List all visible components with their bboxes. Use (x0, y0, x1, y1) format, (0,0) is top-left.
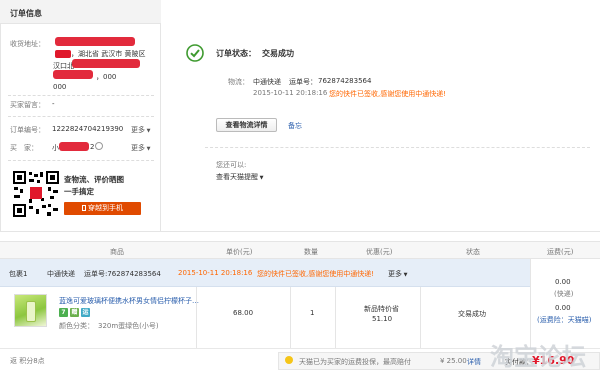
more-label: 更多 (131, 126, 145, 134)
message-label: 买家留言： (10, 101, 45, 109)
discount-value: 51.10 (372, 315, 393, 323)
insurance-notice: 天猫已为买家的运费投保，最高赔付 (299, 358, 411, 366)
col-quantity: 数量 (304, 248, 318, 256)
col-price: 单价(元) (226, 248, 253, 256)
divider (8, 95, 154, 96)
redacted-street (72, 59, 140, 68)
package-datetime: 2015-10-11 20:18:16 (178, 269, 253, 277)
memo-link[interactable]: 备忘 (288, 121, 302, 131)
address-label: 收货地址： (10, 40, 45, 48)
fee-value-1: 0.00 (555, 278, 571, 286)
lightbulb-icon (285, 356, 293, 364)
fee-value-2: 0.00 (555, 304, 571, 312)
order-info-title: 订单信息 (10, 9, 42, 18)
divider (335, 287, 336, 348)
address-zip-2: 000 (53, 83, 67, 91)
table-header: 商品 单价(元) 数量 优惠(元) 状态 运费(元) (0, 241, 600, 259)
divider (290, 287, 291, 348)
divider (205, 147, 590, 148)
tracking-label: 运单号： (289, 78, 317, 86)
phone-icon (82, 205, 86, 211)
divider (420, 287, 421, 348)
buyer-prefix: 小 (52, 144, 59, 152)
spec-value: 320m蛋绿色(小号) (98, 322, 159, 330)
qr-code (12, 170, 60, 218)
product-name-link[interactable]: 蓝逸可爱玻璃杯便携水杯男女情侣柠檬杯子… (59, 296, 199, 306)
buyer-label: 买 家： (10, 144, 38, 152)
redacted-name (55, 37, 135, 46)
package-message: 您的快件已签收,感谢您使用中通快递! (257, 270, 375, 278)
insurance-details-link[interactable]: 详情 (467, 357, 481, 367)
caret-down-icon: ▼ (145, 146, 151, 152)
tracking-number: 762874283564 (318, 77, 372, 85)
redacted-buyer (59, 142, 89, 151)
package-more-button[interactable]: 更多 ▼ (388, 269, 407, 279)
chat-icon[interactable] (95, 142, 103, 150)
order-no-more-button[interactable]: 更多 ▼ (131, 125, 150, 135)
points-text: 返 积分8点 (10, 357, 45, 365)
package-label: 包裹1 (9, 270, 28, 278)
gift-badge[interactable]: 赠 (70, 308, 79, 317)
address-zip-1: ，000 (96, 73, 117, 81)
order-no-label: 订单编号： (10, 126, 45, 134)
delivery-datetime: 2015-10-11 20:18:16 (253, 89, 328, 97)
package-row: 包裹1 中通快递 运单号:762874283564 2015-10-11 20:… (0, 259, 530, 287)
caret-down-icon: ▼ (402, 272, 408, 278)
shipping-insurance-badge[interactable]: 运 (81, 308, 90, 317)
col-shipping-fee: 运费(元) (547, 248, 574, 256)
divider (8, 116, 154, 117)
go-to-mobile-button[interactable]: 穿越到手机 (64, 202, 141, 215)
caret-down-icon: ▼ (145, 128, 151, 134)
message-value: - (52, 100, 55, 108)
address-line1: ，湖北省 武汉市 黄陂区 (55, 49, 145, 59)
insurance-link[interactable]: (运费险：天猫喵) (537, 315, 591, 325)
unit-price: 68.00 (233, 309, 254, 317)
logistics-label: 物流： (228, 78, 249, 86)
caret-down-icon: ▼ (258, 175, 264, 181)
buyer-suffix: 2 (90, 143, 95, 151)
order-status-panel (161, 0, 600, 232)
discount-label: 新品特价省 (364, 305, 399, 313)
package-tracking: 运单号:762874283564 (84, 270, 161, 278)
col-discount: 优惠(元) (366, 248, 393, 256)
fee-method: (快递) (554, 290, 574, 298)
buyer-more-button[interactable]: 更多 ▼ (131, 143, 150, 153)
qr-text-line1: 查物流、评价晒图 (64, 175, 124, 184)
insurance-amount: ¥ 25.00 (440, 357, 467, 365)
order-info-header: 订单信息 (0, 0, 161, 24)
forum-watermark: 淘宝论坛 (490, 343, 586, 370)
success-check-icon (186, 44, 204, 62)
tmall-reminder-label: 查看天猫提醒 (216, 173, 258, 181)
seven-day-return-badge[interactable]: 7 (59, 308, 68, 317)
address-region: ，湖北省 武汉市 黄陂区 (71, 50, 146, 58)
carrier-name: 中通快递 (253, 78, 281, 86)
more-label: 更多 (131, 144, 145, 152)
status-value: 交易成功 (262, 49, 294, 58)
can-also-label: 您还可以: (216, 161, 247, 169)
view-logistics-label: 查看物流详情 (225, 121, 268, 129)
col-product: 商品 (110, 248, 124, 256)
divider (8, 160, 154, 161)
redacted-phone (55, 50, 71, 58)
view-logistics-button[interactable]: 查看物流详情 (216, 118, 277, 132)
status-label: 订单状态： (216, 49, 256, 58)
go-to-mobile-label: 穿越到手机 (88, 204, 123, 212)
cup-icon (26, 301, 36, 322)
qr-text-line2: 一手搞定 (64, 187, 94, 196)
delivery-message: 您的快件已签收,感谢您使用中通快递! (329, 90, 447, 98)
redacted-street-2 (53, 70, 93, 79)
shipping-fee-cell: 0.00 (快递) 0.00 (运费险：天猫喵) (530, 259, 600, 348)
col-status: 状态 (466, 248, 480, 256)
spec-label: 颜色分类： (59, 322, 94, 330)
tmall-reminder-link[interactable]: 查看天猫提醒 ▼ (216, 172, 263, 182)
package-carrier: 中通快递 (47, 270, 75, 278)
item-status: 交易成功 (458, 310, 486, 318)
product-thumbnail[interactable] (14, 294, 47, 327)
order-no-value: 1222824704219390 (52, 125, 124, 133)
more-label: 更多 (388, 270, 402, 278)
quantity: 1 (310, 309, 315, 317)
